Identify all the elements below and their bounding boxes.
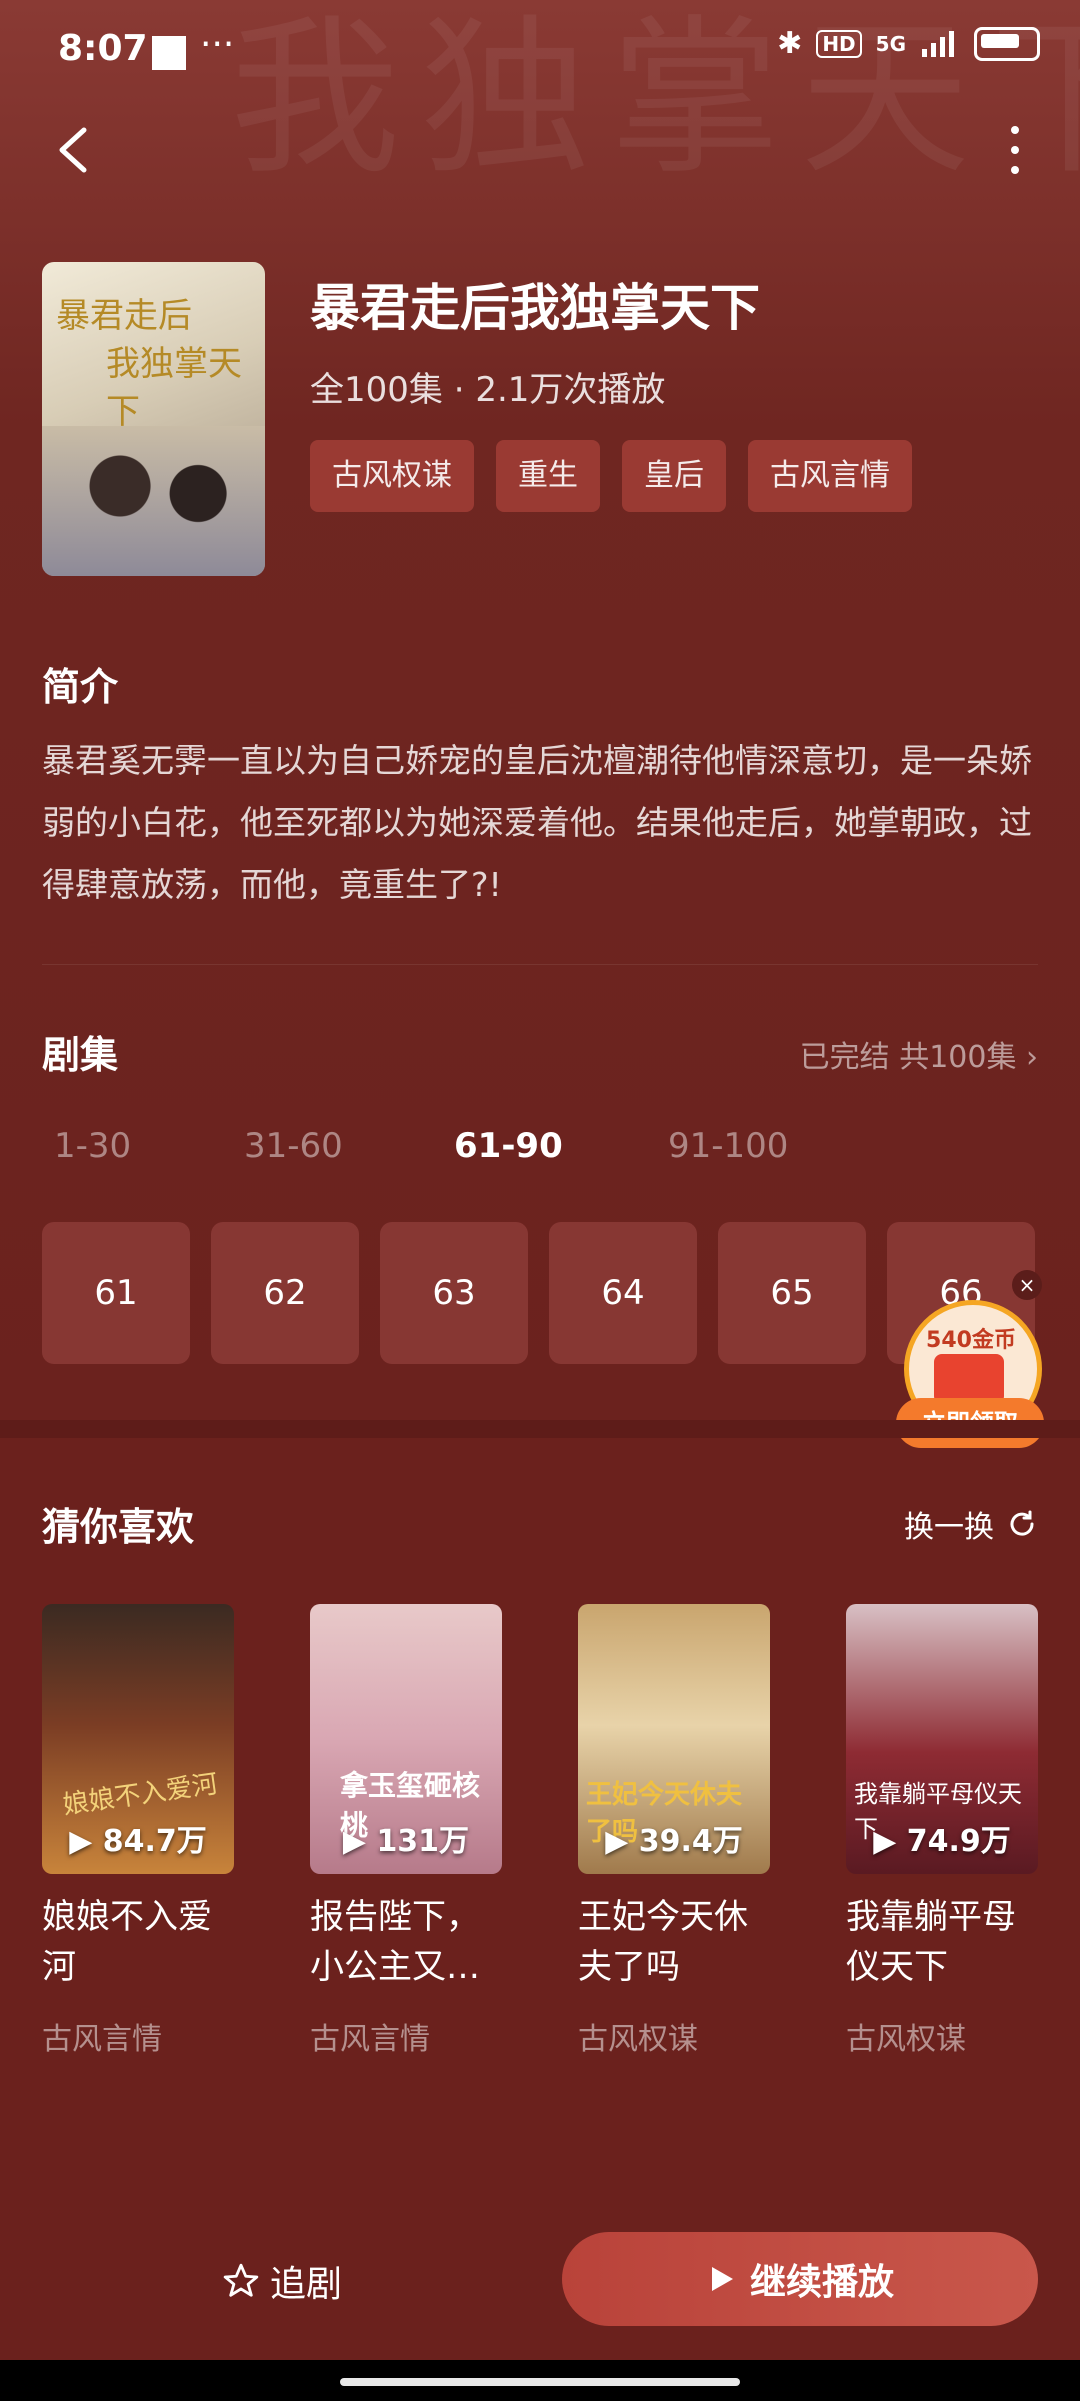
recommend-tag: 古风权谋 bbox=[846, 2022, 966, 2057]
status-time: 8:07 bbox=[58, 28, 148, 69]
home-indicator[interactable] bbox=[340, 2378, 740, 2386]
recommend-poster: 娘娘不入爱河 ▶ 84.7万 bbox=[42, 1604, 234, 1874]
recommend-poster: 拿玉玺砸核桃 ▶ 131万 bbox=[310, 1604, 502, 1874]
battery-icon bbox=[974, 26, 1040, 61]
cover-figures bbox=[42, 426, 265, 576]
play-label: 继续播放 bbox=[749, 2262, 894, 2303]
episode-button[interactable]: 64 bbox=[549, 1222, 697, 1364]
episodes-status: 已完结 共100集 bbox=[799, 1040, 1017, 1075]
refresh-button[interactable]: 换一换 bbox=[904, 1502, 1038, 1546]
recommend-tag: 古风权谋 bbox=[578, 2022, 698, 2057]
episode-range-tabs: 1-30 31-60 61-90 91-100 bbox=[54, 1126, 868, 1166]
network-label: 5G bbox=[875, 31, 906, 56]
view-count: ▶ 131万 bbox=[342, 1824, 470, 1859]
cover-calligraphy: 暴君走后 我独掌天下 bbox=[56, 296, 242, 432]
tag[interactable]: 皇后 bbox=[622, 440, 726, 512]
header-background bbox=[0, 0, 1080, 1420]
status-bar: 8:07 ··· ✱ HD 5G bbox=[0, 0, 1080, 100]
divider bbox=[42, 964, 1038, 965]
drama-title: 暴君走后我独掌天下 bbox=[310, 279, 760, 337]
tag[interactable]: 古风言情 bbox=[748, 440, 912, 512]
recommend-title: 我靠躺平母仪天下 bbox=[846, 1897, 1016, 1987]
notification-icon bbox=[152, 36, 186, 70]
more-options-button[interactable] bbox=[1000, 120, 1030, 180]
status-icons: ✱ HD 5G bbox=[777, 26, 1040, 61]
coin-amount: 540金币 bbox=[926, 1328, 1016, 1353]
bluetooth-icon: ✱ bbox=[777, 26, 803, 61]
refresh-label: 换一换 bbox=[904, 1510, 994, 1545]
intro-text: 暴君奚无霁一直以为自己娇宠的皇后沈檀潮待他情深意切，是一朵娇弱的小白花，他至死都… bbox=[42, 741, 1032, 904]
signal-icon bbox=[922, 30, 954, 57]
recommend-card[interactable]: 我靠躺平母仪天下 ▶ 74.9万 我靠躺平母仪天下 古风权谋 bbox=[846, 1604, 1038, 2058]
chevron-right-icon: › bbox=[1026, 1040, 1038, 1075]
poster-text: 娘娘不入爱河 bbox=[61, 1769, 220, 1821]
follow-button[interactable]: 追剧 bbox=[222, 2255, 342, 2307]
back-button[interactable] bbox=[46, 120, 106, 180]
recommend-title: 报告陛下，小公主又… bbox=[310, 1897, 480, 1987]
more-notifications-icon: ··· bbox=[200, 24, 235, 65]
episode-button[interactable]: 65 bbox=[718, 1222, 866, 1364]
continue-play-button[interactable]: 继续播放 bbox=[562, 2232, 1038, 2326]
hd-icon: HD bbox=[816, 29, 862, 58]
recommend-card[interactable]: 娘娘不入爱河 ▶ 84.7万 娘娘不入爱河 古风言情 bbox=[42, 1604, 234, 2058]
recommend-title: 王妃今天休夫了吗 bbox=[578, 1897, 748, 1987]
range-tab[interactable]: 1-30 bbox=[54, 1126, 244, 1166]
recommend-card[interactable]: 拿玉玺砸核桃 ▶ 131万 报告陛下，小公主又… 古风言情 bbox=[310, 1604, 502, 2058]
recommend-card[interactable]: 王妃今天休夫了吗 ▶ 39.4万 王妃今天休夫了吗 古风权谋 bbox=[578, 1604, 770, 2058]
drama-meta: 全100集 · 2.1万次播放 bbox=[310, 370, 666, 410]
refresh-icon bbox=[1010, 1510, 1034, 1536]
episode-button[interactable]: 61 bbox=[42, 1222, 190, 1364]
recommend-tag: 古风言情 bbox=[42, 2022, 162, 2057]
tag[interactable]: 重生 bbox=[496, 440, 600, 512]
recommend-poster: 我靠躺平母仪天下 ▶ 74.9万 bbox=[846, 1604, 1038, 1874]
recommend-heading: 猜你喜欢 bbox=[42, 1505, 195, 1549]
range-tab-active[interactable]: 61-90 bbox=[454, 1126, 668, 1166]
red-envelope-icon bbox=[934, 1354, 1004, 1404]
episodes-status-link[interactable]: 已完结 共100集 › bbox=[800, 1032, 1038, 1076]
view-count: ▶ 74.9万 bbox=[873, 1824, 1011, 1859]
recommend-tag: 古风言情 bbox=[310, 2022, 430, 2057]
recommend-list: 娘娘不入爱河 ▶ 84.7万 娘娘不入爱河 古风言情 拿玉玺砸核桃 ▶ 131万… bbox=[42, 1604, 1038, 2058]
episode-button[interactable]: 63 bbox=[380, 1222, 528, 1364]
range-tab[interactable]: 91-100 bbox=[668, 1126, 868, 1166]
episode-button[interactable]: 62 bbox=[211, 1222, 359, 1364]
range-tab[interactable]: 31-60 bbox=[244, 1126, 454, 1166]
follow-label: 追剧 bbox=[270, 2264, 343, 2305]
close-icon[interactable]: × bbox=[1012, 1270, 1042, 1300]
drama-tags: 古风权谋 重生 皇后 古风言情 bbox=[310, 440, 912, 512]
recommend-poster: 王妃今天休夫了吗 ▶ 39.4万 bbox=[578, 1604, 770, 1874]
view-count: ▶ 84.7万 bbox=[69, 1824, 207, 1859]
tag[interactable]: 古风权谋 bbox=[310, 440, 474, 512]
star-icon bbox=[223, 2263, 259, 2297]
view-count: ▶ 39.4万 bbox=[605, 1824, 743, 1859]
section-separator bbox=[0, 1420, 1080, 1438]
drama-cover: 暴君走后 我独掌天下 bbox=[42, 262, 265, 576]
intro-heading: 简介 bbox=[42, 665, 119, 709]
recommend-title: 娘娘不入爱河 bbox=[42, 1897, 212, 1987]
episodes-heading: 剧集 bbox=[42, 1033, 119, 1077]
play-icon bbox=[711, 2267, 733, 2291]
